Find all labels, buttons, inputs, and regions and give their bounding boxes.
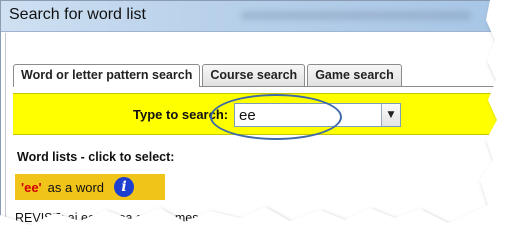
chevron-down-icon[interactable]: ▼ [381,104,400,126]
search-input[interactable] [235,104,386,126]
list-item-label: as a word [47,179,105,195]
tab-bar: Word or letter pattern search Course sea… [13,64,404,87]
list-item[interactable]: 'ee' as a word i [15,174,165,200]
list-item-key: 'ee' [21,179,42,195]
search-combobox[interactable]: ▼ [234,103,401,127]
search-window: Search for word list Word or letter patt… [0,0,507,242]
word-lists-heading: Word lists - click to select: [17,150,175,164]
list-item-partial[interactable]: REVISE: ai ee igh oa graphemes [15,211,198,225]
tab-course-search[interactable]: Course search [202,64,306,86]
tab-word-pattern-search[interactable]: Word or letter pattern search [13,64,201,87]
window-title: Search for word list [9,6,146,23]
search-strip: Type to search: ▼ [13,93,502,140]
title-bar[interactable]: Search for word list [1,1,506,32]
tab-game-search[interactable]: Game search [307,64,402,86]
search-panel: Type to search: ▼ Word lists - click to … [13,86,502,241]
info-icon[interactable]: i [114,177,135,197]
blurred-title-text [241,11,471,20]
search-label: Type to search: [133,107,229,122]
